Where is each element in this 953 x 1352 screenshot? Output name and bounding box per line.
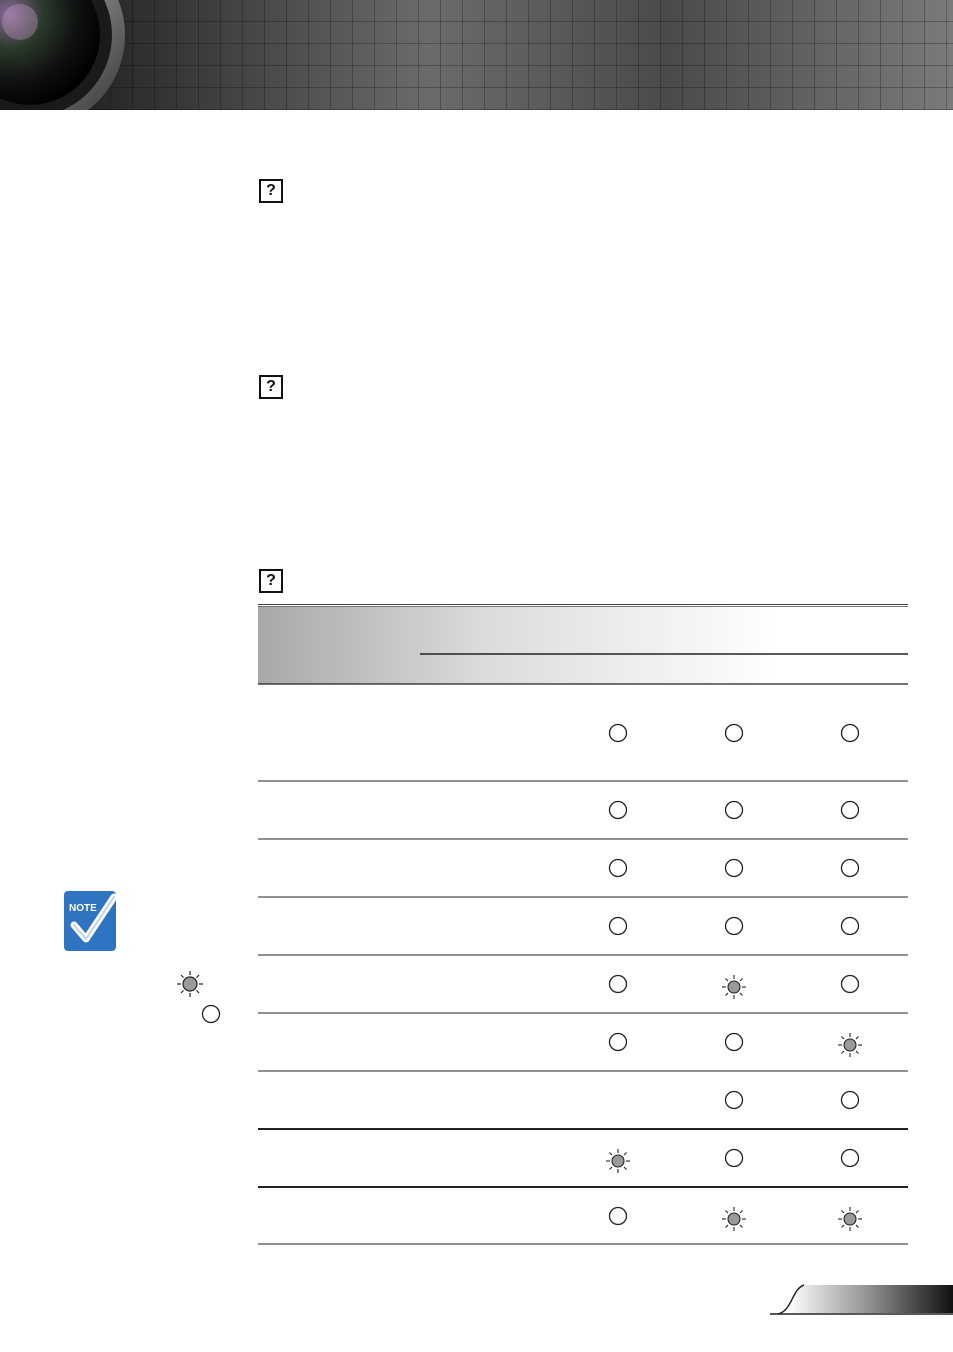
led-flashing-icon (838, 1033, 862, 1057)
table-row (258, 1206, 908, 1245)
table-header (258, 604, 908, 685)
led-off-icon (724, 1032, 744, 1052)
note-badge-icon: NOTE (64, 891, 118, 951)
led-flashing-icon (606, 1149, 630, 1173)
led-off-icon (608, 800, 628, 820)
led-off-icon (724, 800, 744, 820)
led-flashing-icon (722, 1207, 746, 1231)
led-flashing-icon (177, 971, 203, 997)
led-off-icon (840, 916, 860, 936)
table-row (258, 800, 908, 840)
led-off-icon (608, 916, 628, 936)
led-off-icon (724, 1148, 744, 1168)
table-row (258, 1090, 908, 1130)
led-off-icon (608, 1206, 628, 1226)
led-off-icon (724, 1090, 744, 1110)
header-banner (0, 0, 953, 110)
table-row (258, 1032, 908, 1072)
led-off-icon (201, 1004, 221, 1024)
question-box-icon: ? (259, 569, 283, 593)
led-off-icon (840, 1090, 860, 1110)
note-badge-label: NOTE (69, 903, 97, 914)
table-row (258, 723, 908, 782)
question-box-icon: ? (259, 179, 283, 203)
table-body (258, 723, 908, 1245)
led-off-icon (608, 1032, 628, 1052)
led-off-icon (608, 858, 628, 878)
led-off-icon (840, 800, 860, 820)
led-off-icon (840, 974, 860, 994)
led-flashing-icon (838, 1207, 862, 1231)
question-box-icon: ? (259, 375, 283, 399)
table-row (258, 858, 908, 898)
table-row (258, 974, 908, 1014)
led-off-icon (840, 858, 860, 878)
footer-page-tab (770, 1284, 953, 1315)
led-off-icon (608, 723, 628, 743)
projector-lens-icon (0, 0, 125, 110)
led-flashing-icon (722, 975, 746, 999)
table-row (258, 916, 908, 956)
status-table (258, 604, 908, 1245)
led-off-icon (608, 974, 628, 994)
led-off-icon (724, 916, 744, 936)
led-off-icon (724, 858, 744, 878)
led-off-icon (840, 723, 860, 743)
led-off-icon (840, 1148, 860, 1168)
table-row (258, 1148, 908, 1188)
led-off-icon (724, 723, 744, 743)
